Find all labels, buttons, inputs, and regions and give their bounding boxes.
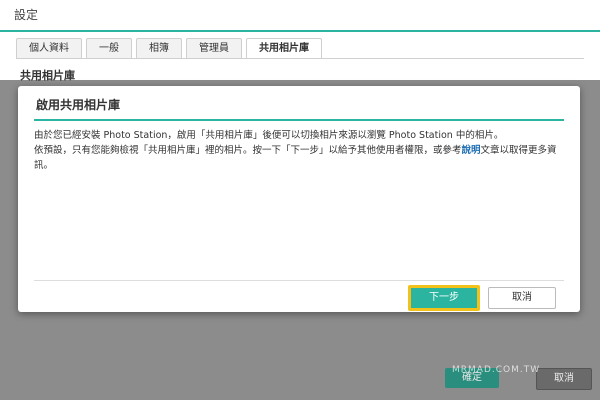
tab-bar: 個人資料 一般 相簿 管理員 共用相片庫 (16, 38, 322, 60)
tab-shared-library[interactable]: 共用相片庫 (246, 38, 322, 59)
cancel-button[interactable]: 取消 (536, 368, 592, 390)
watermark-text: MRMAD.COM.TW (452, 365, 541, 375)
dialog-cancel-button[interactable]: 取消 (488, 287, 556, 309)
dialog-text-line2-pre: 依預設，只有您能夠檢視「共用相片庫」裡的相片。按一下「下一步」以給予其他使用者權… (34, 145, 462, 156)
next-button[interactable]: 下一步 (408, 285, 480, 311)
tab-personal-info[interactable]: 個人資料 (16, 38, 82, 59)
settings-header: 設定 (0, 0, 600, 32)
settings-page: 設定 個人資料 一般 相簿 管理員 共用相片庫 共用相片庫 啟用共用相片庫 由於… (0, 0, 600, 400)
dialog-text-line2: 依預設，只有您能夠檢視「共用相片庫」裡的相片。按一下「下一步」以給予其他使用者權… (34, 143, 564, 173)
help-link[interactable]: 說明 (462, 145, 481, 156)
tab-general[interactable]: 一般 (86, 38, 132, 59)
dialog-title: 啟用共用相片庫 (36, 98, 121, 112)
tabs-divider (16, 58, 584, 59)
enable-shared-library-dialog: 啟用共用相片庫 由於您已經安裝 Photo Station，啟用「共用相片庫」後… (18, 86, 580, 312)
tab-admin[interactable]: 管理員 (186, 38, 242, 59)
dialog-text-line1: 由於您已經安裝 Photo Station，啟用「共用相片庫」後便可以切換相片來… (34, 130, 504, 141)
dialog-title-divider (34, 119, 564, 121)
dialog-body: 由於您已經安裝 Photo Station，啟用「共用相片庫」後便可以切換相片來… (34, 128, 564, 173)
dialog-footer-divider (34, 280, 564, 281)
page-title: 設定 (14, 8, 39, 22)
tab-albums[interactable]: 相簿 (136, 38, 182, 59)
